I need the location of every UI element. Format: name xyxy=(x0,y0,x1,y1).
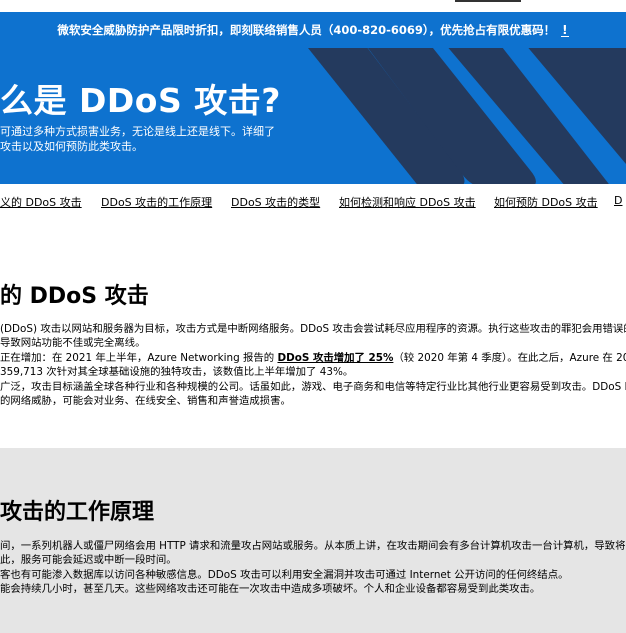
section-how-it-works: 攻击的工作原理 间，一系列机器人或僵尸网络会用 HTTP 请求和流量攻占网站或服… xyxy=(0,448,626,633)
top-strip xyxy=(0,0,626,12)
nav-link-definition[interactable]: 义的 DDoS 攻击 xyxy=(0,194,82,210)
promo-text: 微软安全威胁防护产品限时折扣，即刻联络销售人员（400-820-6069），优先… xyxy=(57,23,556,37)
hero-desc-line-2: 攻击以及如何预防此类攻击。 xyxy=(0,140,143,153)
nav-link-types[interactable]: DDoS 攻击的类型 xyxy=(231,194,320,210)
section-body: (DDoS) 攻击以网站和服务器为目标，攻击方式是中断网络服务。DDoS 攻击会… xyxy=(0,322,626,408)
hero-desc-line-1: 可通过多种方式损害业务，无论是线上还是线下。详细了 xyxy=(0,125,275,138)
hero-banner: 么是 DDoS 攻击? 可通过多种方式损害业务，无论是线上还是线下。详细了 攻击… xyxy=(0,48,626,184)
body-line: 广泛，攻击目标涵盖全球各种行业和各种规模的公司。话虽如此，游戏、电子商务和电信等… xyxy=(0,380,626,393)
section-heading: 攻击的工作原理 xyxy=(0,500,155,525)
body-line: 此，服务可能会延迟或中断一段时间。 xyxy=(0,554,177,567)
body-text: 正在增加：在 2021 年上半年，Azure Networking 报告的 xyxy=(0,351,278,364)
body-line: 正在增加：在 2021 年上半年，Azure Networking 报告的 DD… xyxy=(0,351,626,365)
body-line: 359,713 次针对其全球基础设施的独特攻击，该数值比上半年增加了 43%。 xyxy=(0,366,354,379)
body-line: 客也有可能渗入数据库以访问各种敏感信息。DDoS 攻击可以利用安全漏洞并攻击可通… xyxy=(0,568,569,581)
promo-banner: 微软安全威胁防护产品限时折扣，即刻联络销售人员（400-820-6069），优先… xyxy=(0,12,626,48)
nav-link-how-it-works[interactable]: DDoS 攻击的工作原理 xyxy=(101,194,212,210)
info-icon[interactable]: ! xyxy=(561,24,569,37)
body-line: 的网络威胁，可能会对业务、在线安全、销售和声誉造成损害。 xyxy=(0,395,291,408)
body-line: 能会持续几小时，甚至几天。这些网络攻击还可能在一次攻击中造成多项破坏。个人和企业… xyxy=(0,583,541,596)
body-text: （较 2020 年第 4 季度）。在此之后，Azure 在 2021 年 xyxy=(393,351,626,364)
nav-link-detect-respond[interactable]: 如何检测和响应 DDoS 攻击 xyxy=(339,194,476,210)
section-heading: 的 DDoS 攻击 xyxy=(0,284,149,309)
body-line: 导致网站功能不佳或完全离线。 xyxy=(0,337,146,350)
section-definition: 的 DDoS 攻击 (DDoS) 攻击以网站和服务器为目标，攻击方式是中断网络服… xyxy=(0,218,626,448)
section-body: 间，一系列机器人或僵尸网络会用 HTTP 请求和流量攻占网站或服务。从本质上讲，… xyxy=(0,539,625,597)
ddos-increase-link[interactable]: DDoS 攻击增加了 25% xyxy=(277,352,393,364)
in-page-nav: 义的 DDoS 攻击 DDoS 攻击的工作原理 DDoS 攻击的类型 如何检测和… xyxy=(0,184,626,219)
body-line: 间，一系列机器人或僵尸网络会用 HTTP 请求和流量攻占网站或服务。从本质上讲，… xyxy=(0,540,626,552)
page-title: 么是 DDoS 攻击? xyxy=(0,81,281,120)
hero-description: 可通过多种方式损害业务，无论是线上还是线下。详细了 攻击以及如何预防此类攻击。 xyxy=(0,124,275,154)
nav-link-prevent[interactable]: 如何预防 DDoS 攻击 xyxy=(494,194,598,210)
nav-link-more[interactable]: D xyxy=(614,194,622,207)
top-strip-mark xyxy=(455,0,521,2)
body-line: (DDoS) 攻击以网站和服务器为目标，攻击方式是中断网络服务。DDoS 攻击会… xyxy=(0,323,626,335)
